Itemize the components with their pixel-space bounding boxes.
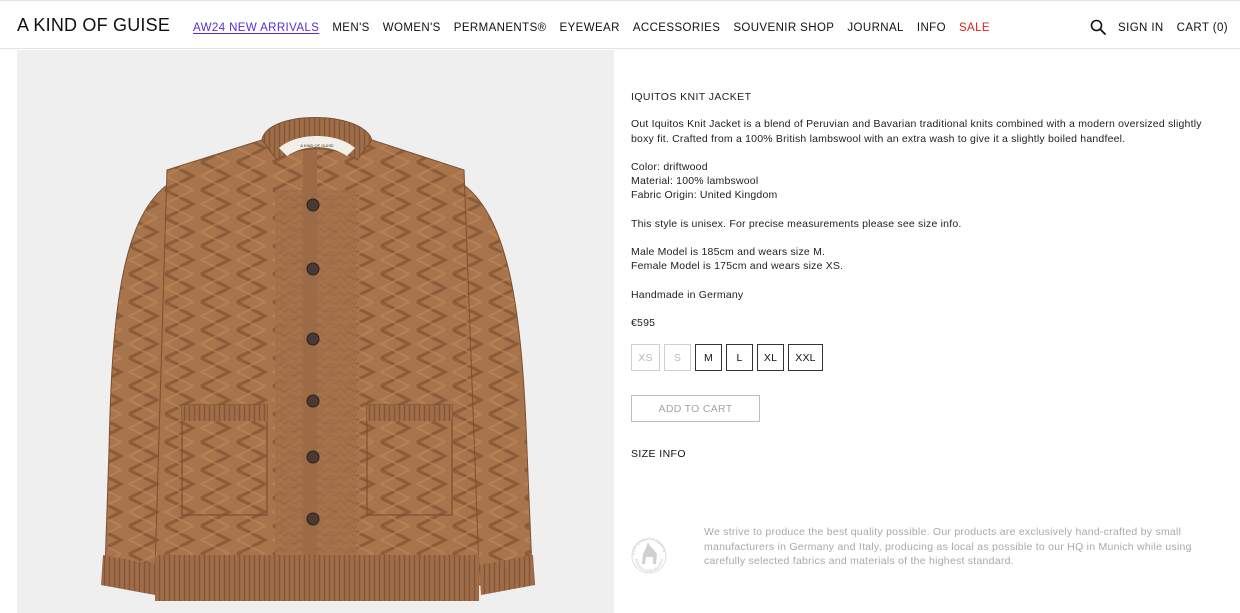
nav-item-journal[interactable]: JOURNAL — [847, 22, 903, 34]
product-origin: Fabric Origin: United Kingdom — [631, 189, 778, 202]
quality-seal-icon: AKOG QUALITY CONTROL GERMAN ENGINEERING — [631, 524, 667, 574]
product-price: €595 — [631, 316, 656, 329]
size-info-link[interactable]: SIZE INFO — [631, 448, 686, 460]
male-model-text: Male Model is 185cm and wears size M. — [631, 246, 826, 259]
nav-item-new-arrivals[interactable]: AW24 NEW ARRIVALS — [193, 22, 319, 34]
nav-item-permanents[interactable]: PERMANENTS® — [454, 22, 547, 34]
product-specs: Color: driftwood Material: 100% lambswoo… — [631, 160, 1226, 203]
nav-item-eyewear[interactable]: EYEWEAR — [560, 22, 620, 34]
site-logo[interactable]: A KIND OF GUISE — [17, 15, 170, 36]
nav-item-info[interactable]: INFO — [917, 22, 946, 34]
size-option-l[interactable]: L — [726, 344, 753, 372]
nav-item-womens[interactable]: WOMEN'S — [383, 22, 441, 34]
garment-label: A KIND OF GUISE — [300, 143, 334, 148]
size-option-xs[interactable]: XS — [631, 344, 660, 372]
unisex-note: This style is unisex. For precise measur… — [631, 217, 1226, 231]
nav-item-accessories[interactable]: ACCESSORIES — [633, 22, 720, 34]
cart-link[interactable]: CART (0) — [1177, 22, 1228, 34]
size-selector: XS S M L XL XXL — [631, 344, 1226, 372]
unisex-text: This style is unisex. For precise measur… — [631, 217, 962, 230]
description-text: Out Iquitos Knit Jacket is a blend of Pe… — [631, 118, 1202, 145]
size-option-m[interactable]: M — [695, 344, 722, 372]
add-to-cart-button[interactable]: ADD TO CART — [631, 395, 760, 422]
model-info: Male Model is 185cm and wears size M. Fe… — [631, 245, 1226, 274]
quality-text: We strive to produce the best quality po… — [704, 526, 1192, 567]
product-info: IQUITOS KNIT JACKET Out Iquitos Knit Jac… — [631, 90, 1226, 372]
nav-item-sale[interactable]: SALE — [959, 22, 990, 34]
site-header: A KIND OF GUISE AW24 NEW ARRIVALS MEN'S … — [0, 0, 1240, 49]
size-option-s[interactable]: S — [664, 344, 691, 372]
product-description: Out Iquitos Knit Jacket is a blend of Pe… — [631, 117, 1226, 146]
search-icon[interactable] — [1090, 19, 1106, 35]
product-color: Color: driftwood — [631, 160, 708, 173]
cardigan-photo: A KIND OF GUISE — [17, 50, 614, 613]
main-nav: AW24 NEW ARRIVALS MEN'S WOMEN'S PERMANEN… — [193, 22, 990, 34]
size-option-xxl[interactable]: XXL — [788, 344, 823, 372]
made-in: Handmade in Germany — [631, 288, 1226, 302]
size-option-xl[interactable]: XL — [757, 344, 784, 372]
nav-item-mens[interactable]: MEN'S — [332, 22, 369, 34]
header-actions: SIGN IN CART (0) — [1090, 19, 1228, 35]
product-title: IQUITOS KNIT JACKET — [631, 91, 752, 103]
product-image[interactable]: A KIND OF GUISE — [17, 50, 614, 613]
sign-in-link[interactable]: SIGN IN — [1118, 22, 1164, 34]
made-in-text: Handmade in Germany — [631, 288, 744, 301]
female-model-text: Female Model is 175cm and wears size XS. — [631, 260, 844, 273]
nav-item-souvenir-shop[interactable]: SOUVENIR SHOP — [733, 22, 834, 34]
product-material: Material: 100% lambswool — [631, 175, 759, 188]
